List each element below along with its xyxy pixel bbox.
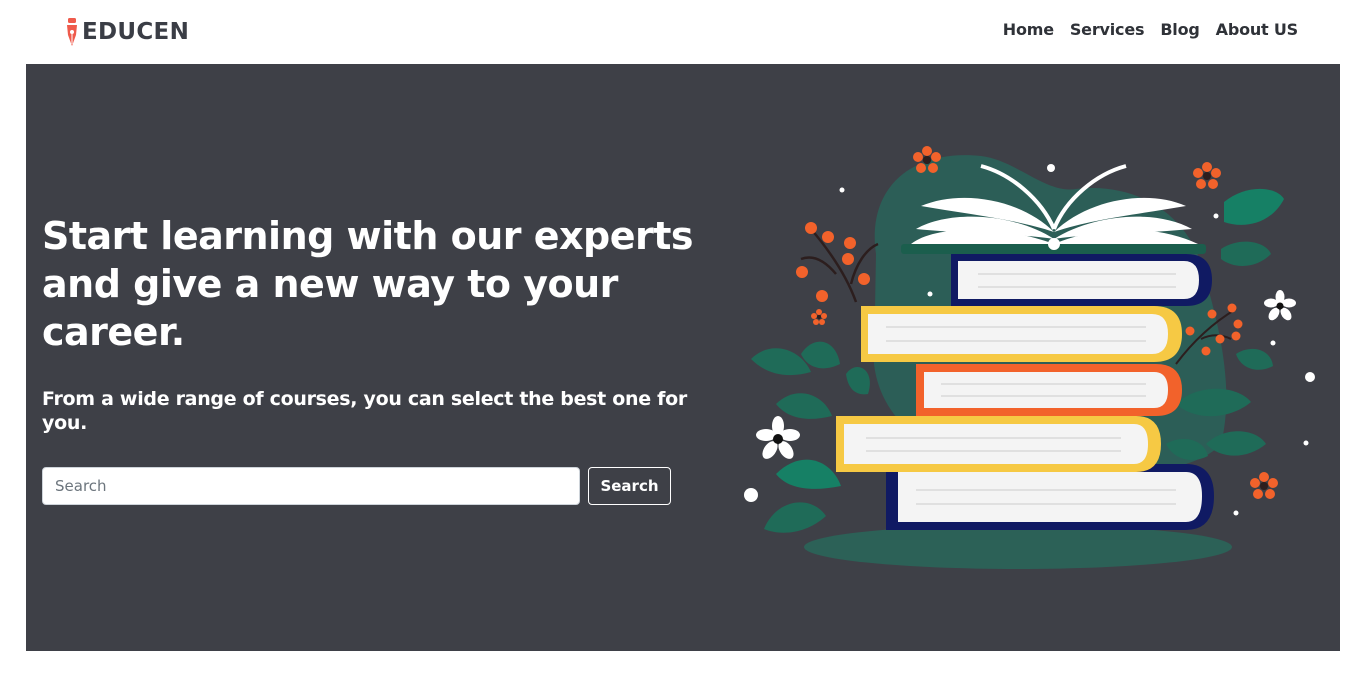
orange-flower-right	[1193, 162, 1221, 189]
search-form: Search	[42, 467, 672, 505]
brand-logo[interactable]: EDUCEN	[64, 16, 189, 48]
brand-name: EDUCEN	[82, 19, 190, 45]
book-yellow-upper	[861, 306, 1182, 362]
book-navy-bottom	[886, 464, 1214, 530]
nav-item-home[interactable]: Home	[1003, 20, 1054, 39]
search-button[interactable]: Search	[588, 467, 671, 505]
white-flower-right	[1264, 290, 1296, 321]
nav-item-services[interactable]: Services	[1070, 20, 1145, 39]
orange-flower-bottom-right	[1250, 472, 1278, 499]
hero-section: Start learning with our experts and give…	[26, 64, 1340, 651]
orange-flower-small	[811, 309, 827, 325]
search-input[interactable]	[42, 467, 580, 505]
stack-of-books-illustration	[744, 146, 1315, 569]
nav-item-blog[interactable]: Blog	[1160, 20, 1200, 39]
nav-item-about-us[interactable]: About US	[1216, 20, 1299, 39]
book-yellow-lower	[836, 416, 1161, 472]
hero-title: Start learning with our experts and give…	[42, 214, 694, 354]
white-flower-left	[756, 416, 800, 459]
book-navy-top	[951, 254, 1212, 306]
pen-nib-icon	[67, 18, 77, 46]
main-nav: Home Services Blog About US	[1003, 20, 1298, 39]
berry-branch-left	[796, 222, 879, 303]
navbar: EDUCEN Home Services Blog About US	[0, 0, 1366, 64]
book-orange	[916, 364, 1182, 416]
hero-subtitle: From a wide range of courses, you can se…	[42, 388, 687, 434]
ground-shadow	[804, 525, 1232, 569]
